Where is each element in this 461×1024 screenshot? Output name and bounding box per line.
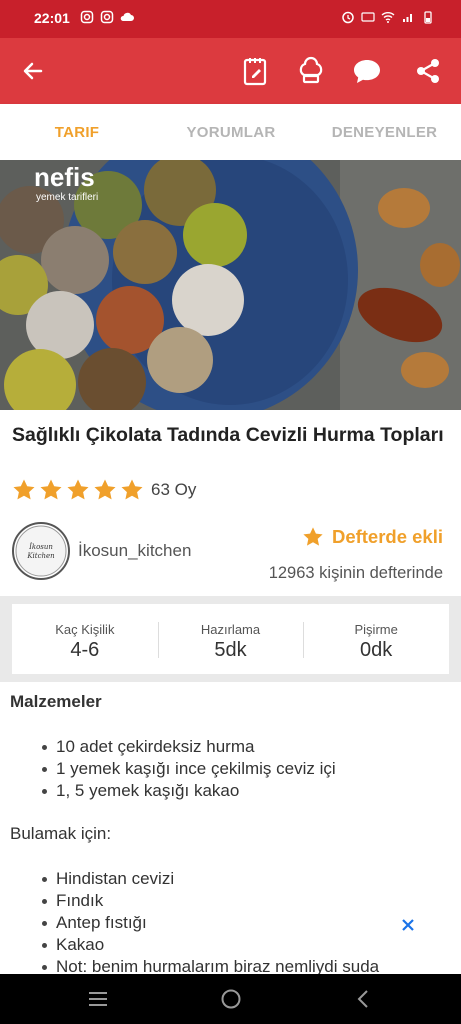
list-item: 10 adet çekirdeksiz hurma bbox=[42, 736, 336, 758]
home-button[interactable] bbox=[216, 986, 246, 1012]
svg-text:Kitchen: Kitchen bbox=[26, 552, 55, 560]
battery-icon bbox=[424, 11, 432, 24]
stat-cook-time: Pişirme 0dk bbox=[303, 604, 449, 674]
tab-tarif[interactable]: TARIF bbox=[0, 104, 154, 160]
wifi-icon bbox=[381, 12, 395, 23]
tab-deneyenler[interactable]: DENEYENLER bbox=[308, 104, 461, 160]
share-icon bbox=[417, 59, 439, 83]
tab-yorumlar[interactable]: YORUMLAR bbox=[154, 104, 308, 160]
list-item: 1 yemek kaşığı ince çekilmiş ceviz içi bbox=[42, 759, 336, 778]
star-icon bbox=[94, 479, 116, 500]
cloud-icon bbox=[120, 12, 134, 21]
signal-icon bbox=[403, 14, 412, 22]
star-icon bbox=[40, 479, 62, 500]
author[interactable]: İkosun Kitchen İkosun_kitchen bbox=[12, 522, 191, 580]
recipe-title: Sağlıklı Çikolata Tadında Cevizli Hurma … bbox=[12, 424, 444, 446]
notebook-count: 12963 kişinin defterinde bbox=[268, 564, 443, 582]
volte-icon bbox=[361, 12, 375, 22]
star-icon bbox=[121, 479, 143, 500]
coating-heading: Bulamak için: bbox=[10, 824, 112, 843]
stat-prep-time: Hazırlama 5dk bbox=[157, 604, 304, 674]
chef-button[interactable] bbox=[292, 52, 330, 90]
avatar[interactable]: İkosun Kitchen bbox=[12, 522, 70, 580]
home-icon bbox=[221, 989, 241, 1009]
recents-button[interactable] bbox=[83, 986, 113, 1012]
status-time: 22:01 bbox=[34, 10, 70, 26]
star-icon bbox=[13, 479, 35, 500]
stats-section: Kaç Kişilik 4-6 Hazırlama 5dk Pişirme 0d… bbox=[0, 596, 461, 682]
back-icon bbox=[23, 62, 43, 80]
comment-icon bbox=[354, 60, 380, 83]
avatar-logo: İkosun Kitchen bbox=[15, 525, 67, 577]
tab-bar: TARIF YORUMLAR DENEYENLER bbox=[0, 104, 461, 160]
coating-list: Hindistan cevizi Fındık Antep fıstığı Ka… bbox=[41, 868, 379, 978]
notebook-button[interactable] bbox=[236, 52, 274, 90]
stat-label: Pişirme bbox=[354, 622, 398, 637]
instagram-icon bbox=[100, 10, 114, 24]
back-nav-button[interactable] bbox=[348, 986, 378, 1012]
rating[interactable]: 63 Oy bbox=[12, 478, 196, 502]
stat-label: Hazırlama bbox=[200, 622, 261, 637]
back-nav-icon bbox=[357, 990, 368, 1008]
status-bar: 22:01 bbox=[0, 0, 461, 38]
share-button[interactable] bbox=[409, 52, 447, 90]
svg-text:İkosun: İkosun bbox=[28, 542, 53, 551]
system-nav-bar bbox=[0, 974, 461, 1024]
notebook-icon bbox=[243, 58, 267, 86]
close-icon bbox=[402, 919, 414, 931]
notebook-label: Defterde ekli bbox=[331, 526, 443, 547]
app-bar bbox=[0, 38, 461, 104]
list-item: Antep fıstığı bbox=[41, 912, 379, 934]
list-item: Hindistan cevizi bbox=[41, 868, 379, 890]
author-name[interactable]: İkosun_kitchen bbox=[78, 541, 191, 561]
menu-icon bbox=[89, 992, 107, 1006]
stats-card: Kaç Kişilik 4-6 Hazırlama 5dk Pişirme 0d… bbox=[12, 604, 449, 674]
brand-logo: nefis bbox=[34, 162, 95, 192]
ingredients-heading: Malzemeler bbox=[10, 692, 102, 711]
notebook-status-button[interactable]: Defterde ekli bbox=[302, 526, 443, 548]
stat-label: Kaç Kişilik bbox=[55, 622, 115, 637]
list-item: Fındık bbox=[41, 890, 379, 912]
alarm-icon bbox=[342, 11, 354, 24]
stat-value: 0dk bbox=[360, 639, 393, 661]
ad-close-button[interactable] bbox=[401, 916, 415, 937]
list-item: 1, 5 yemek kaşığı kakao bbox=[42, 780, 336, 802]
back-button[interactable] bbox=[14, 52, 52, 90]
brand-subtitle: yemek tarifleri bbox=[36, 192, 98, 203]
stat-servings: Kaç Kişilik 4-6 bbox=[12, 604, 158, 674]
star-icon bbox=[67, 479, 89, 500]
recipe-photo: nefis yemek tarifleri bbox=[0, 160, 461, 410]
instagram-icon bbox=[80, 10, 94, 24]
rating-count: 63 Oy bbox=[151, 480, 197, 499]
comments-button[interactable] bbox=[348, 52, 386, 90]
stat-value: 4-6 bbox=[70, 639, 100, 661]
stat-value: 5dk bbox=[214, 639, 247, 661]
ingredients-list: 10 adet çekirdeksiz hurma 1 yemek kaşığı… bbox=[42, 736, 336, 802]
recipe-photo-illustration: nefis yemek tarifleri bbox=[0, 160, 461, 410]
list-item: Kakao bbox=[41, 934, 379, 956]
chef-hat-icon bbox=[299, 56, 323, 84]
star-icon bbox=[303, 527, 323, 546]
